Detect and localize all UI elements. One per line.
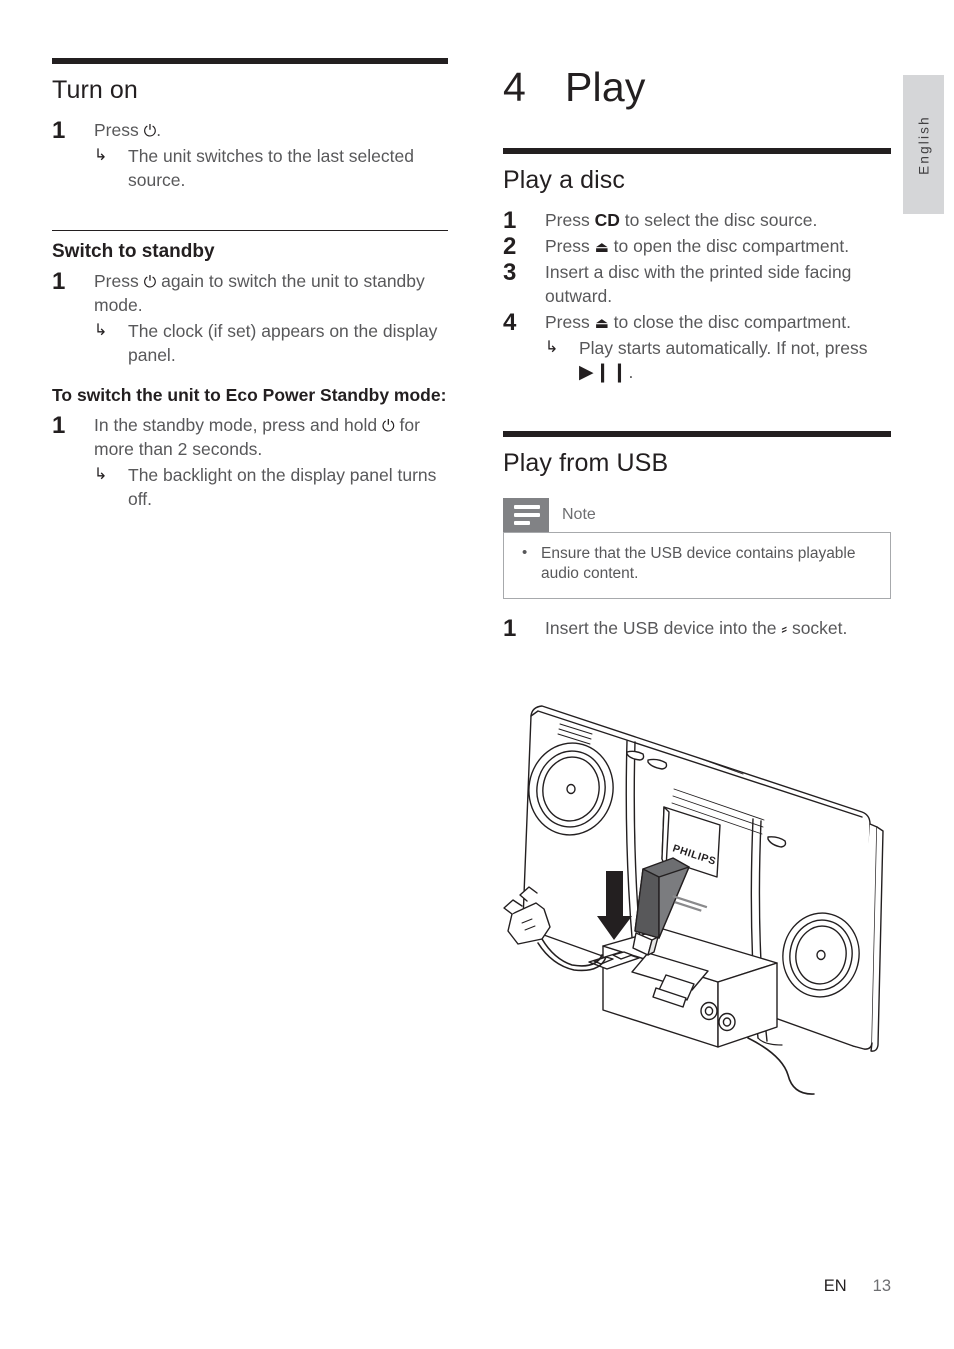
step-item: 1 Press ⏻. ↳ The unit switches to the la… [52,117,448,193]
result-text-after: . [628,361,634,382]
result-arrow-icon: ↳ [545,338,559,356]
manual-page: Turn on 1 Press ⏻. ↳ The unit switches t… [0,0,954,1349]
note-box: Note • Ensure that the USB device contai… [503,497,891,599]
page-footer: EN 13 [0,1277,891,1296]
result-arrow-icon: ↳ [94,321,108,339]
result-list: ↳ The clock (if set) appears on the disp… [94,320,448,368]
usb-insertion-illustration: PHILIPS [496,697,906,1107]
stand-foot [757,1037,783,1046]
step-text-before: Press [94,270,139,291]
eco-power-lead-text: To switch the unit to Eco Power Standby … [52,384,447,405]
result-list: ↳ Play starts automatically. If not, pre… [545,337,891,385]
step-text-after: . [156,120,162,140]
step-item: 1 Press CD to select the disc source. [503,207,891,234]
play-from-usb-steps: 1 Insert the USB device into the ⸗ socke… [503,615,891,642]
step-item: 2 Press ⏏ to open the disc compartment. [503,233,891,260]
eco-power-steps: 1 In the standby mode, press and hold ⏻ … [52,412,448,512]
footer-page-number: 13 [872,1277,891,1295]
power-icon: ⏻ [143,121,157,140]
step-text-before: Press [545,311,590,332]
result-item: ↳ The unit switches to the last selected… [94,145,448,193]
note-body: • Ensure that the USB device contains pl… [503,531,891,599]
language-tab: English [903,75,944,214]
usb-icon: ⸗ [781,619,788,639]
power-icon: ⏻ [143,271,157,291]
step-number: 1 [52,411,66,439]
step-text-before: Press [545,235,590,256]
step-item: 1 Press ⏻ again to switch the unit to st… [52,268,448,368]
note-item-text: Ensure that the USB device contains play… [541,544,856,583]
note-title: Note [562,505,596,523]
result-text: The backlight on the display panel turns… [128,464,437,509]
footer-language-code: EN [823,1277,847,1295]
page-title-turn-on: Turn on [52,76,138,104]
trailing-cable [747,1037,815,1095]
section-heading-play-from-usb: Play from USB [503,448,669,477]
step-number: 4 [503,308,517,336]
step-item: 4 Press ⏏ to close the disc compartment.… [503,309,891,385]
chapter-number: 4 [503,64,527,110]
result-arrow-icon: ↳ [94,465,108,483]
result-text: Play starts automatically. If not, press [579,337,868,358]
result-item: ↳ The backlight on the display panel tur… [94,464,448,512]
step-text-before: Press [94,120,139,140]
power-icon: ⏻ [381,415,395,435]
step-number: 1 [52,117,66,144]
play-a-disc-rule [503,148,891,154]
left-top-rule [52,58,448,64]
bullet-icon: • [522,543,528,561]
button-label-cd: CD [594,210,620,230]
step-item: 3 Insert a disc with the printed side fa… [503,259,891,309]
note-item-list: • Ensure that the USB device contains pl… [518,544,876,585]
right-column: 4 Play Play a disc 1 Press CD to select … [503,64,891,642]
step-number: 1 [503,615,517,642]
step-number: 1 [52,267,66,295]
result-list: ↳ The backlight on the display panel tur… [94,464,448,512]
result-item: ↳ Play starts automatically. If not, pre… [545,337,891,385]
section-heading-switch-to-standby: Switch to standby [52,240,215,262]
turn-on-steps: 1 Press ⏻. ↳ The unit switches to the la… [52,117,448,193]
step-item: 1 Insert the USB device into the ⸗ socke… [503,615,891,642]
result-text: The clock (if set) appears on the displa… [128,320,438,365]
step-text-after: socket. [791,618,848,638]
step-text-after: to open the disc compartment. [613,235,850,256]
standby-divider-rule [52,229,448,231]
step-text-after: to select the disc source. [624,210,818,230]
chapter-title: 4 Play [503,64,891,111]
section-heading-play-a-disc: Play a disc [503,166,625,194]
step-text-after: to close the disc compartment. [613,311,851,332]
left-column: Turn on 1 Press ⏻. ↳ The unit switches t… [52,58,448,512]
language-tab-label: English [916,114,931,175]
result-item: ↳ The clock (if set) appears on the disp… [94,320,448,368]
result-arrow-icon: ↳ [94,146,108,164]
note-icon [503,497,549,532]
result-list: ↳ The unit switches to the last selected… [94,145,448,193]
step-text-before: Press [545,210,590,230]
result-text: The unit switches to the last selected s… [128,145,414,190]
standby-steps: 1 Press ⏻ again to switch the unit to st… [52,268,448,368]
play-from-usb-rule [503,430,891,437]
play-pause-icon: ▶❙❙ [579,360,629,383]
eject-icon: ⏏ [594,313,609,332]
step-text-before: Insert a disc with the printed side faci… [545,261,852,306]
chapter-name: Play [565,64,646,110]
eject-icon: ⏏ [594,237,609,256]
step-number: 3 [503,258,517,286]
note-header: Note [503,497,891,532]
note-item: • Ensure that the USB device contains pl… [518,544,876,585]
step-item: 1 In the standby mode, press and hold ⏻ … [52,412,448,512]
step-text-before: In the standby mode, press and hold [94,414,378,435]
play-a-disc-steps: 1 Press CD to select the disc source. 2 … [503,207,891,385]
step-text-before: Insert the USB device into the [545,618,777,638]
